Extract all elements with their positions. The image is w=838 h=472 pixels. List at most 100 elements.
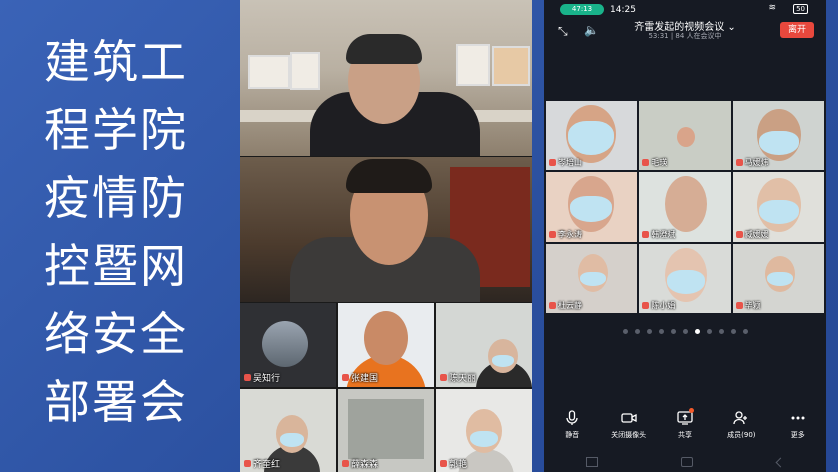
page-dot[interactable] xyxy=(658,329,664,334)
participant-tile[interactable]: 杜云静 xyxy=(546,243,638,313)
person-head xyxy=(665,176,708,233)
participant-tile[interactable]: 薛森森 xyxy=(338,389,434,472)
wall-photo xyxy=(248,55,290,89)
more-icon xyxy=(791,416,805,420)
person-head xyxy=(677,127,696,147)
share-button[interactable]: 共享 xyxy=(660,408,710,450)
page-dot[interactable] xyxy=(622,329,628,334)
muted-icon xyxy=(642,302,650,309)
page-dot[interactable] xyxy=(718,329,724,334)
wall-photo xyxy=(456,44,490,86)
call-timer-pill: 47:13 xyxy=(560,4,604,15)
participant-tile[interactable]: 毛瑛 xyxy=(639,101,731,171)
title-line: 建筑工 xyxy=(44,35,188,89)
title-line: 部署会 xyxy=(44,375,188,429)
muted-icon xyxy=(642,230,650,238)
leave-button[interactable]: 离开 xyxy=(780,22,814,38)
mask xyxy=(758,131,799,155)
participant-tile[interactable]: 臧媛媛 xyxy=(732,172,824,242)
wifi-icon: ≋ xyxy=(768,3,776,13)
muted-icon xyxy=(342,460,349,467)
participant-tile[interactable]: 齐奎红 xyxy=(240,389,336,472)
participant-tile[interactable]: 毕颖 xyxy=(732,243,824,313)
clock: 14:25 xyxy=(610,5,636,15)
muted-icon xyxy=(549,230,556,238)
page-dot[interactable] xyxy=(742,329,748,334)
person-head xyxy=(364,311,408,365)
participant-tile[interactable]: 岑培山 xyxy=(546,101,638,171)
participant-name-tag: 臧媛媛 xyxy=(735,229,769,240)
system-nav-bar xyxy=(544,452,826,472)
slide-title: 建筑工 程学院 疫情防 控暨网 络安全 部署会 xyxy=(44,28,214,436)
microphone-icon xyxy=(566,410,578,425)
participant-tile[interactable]: 马媛炜 xyxy=(732,101,824,171)
participant-name-tag: 陈天丽 xyxy=(440,371,476,384)
muted-icon xyxy=(549,302,556,309)
share-label: 共享 xyxy=(677,431,692,439)
notification-dot xyxy=(688,408,694,413)
participant-row: 齐奎红 薛森森 郭艳 xyxy=(240,389,532,472)
participant-name-tag: 岑培山 xyxy=(549,157,582,168)
mask xyxy=(667,269,706,294)
avatar xyxy=(262,321,308,367)
page-indicator[interactable] xyxy=(544,329,826,334)
participant-name-tag: 李永涛 xyxy=(549,229,582,240)
participant-grid: 岑培山 毛瑛 马媛炜 李永涛 韩澄斌 臧媛媛 杜云静 陈小娟 毕颖 xyxy=(546,101,824,313)
home-nav-icon[interactable] xyxy=(681,457,694,467)
members-icon xyxy=(733,411,748,425)
video-conference-panel: 吴知行 张建国 陈天丽 齐奎红 薛森森 郭艳 xyxy=(240,0,532,472)
page-dot[interactable] xyxy=(682,329,688,334)
mask xyxy=(766,271,793,286)
page-dot[interactable] xyxy=(730,329,736,334)
menu-nav-icon[interactable] xyxy=(585,457,598,467)
participant-tile[interactable]: 吴知行 xyxy=(240,303,336,387)
members-button[interactable]: 成员(90) xyxy=(716,410,766,450)
muted-icon xyxy=(642,159,650,167)
back-nav-icon[interactable] xyxy=(775,457,786,467)
mask xyxy=(568,121,614,155)
muted-icon xyxy=(440,374,447,381)
muted-icon xyxy=(549,159,556,167)
title-line: 程学院 xyxy=(44,103,188,157)
wall-photo xyxy=(492,46,530,86)
participant-tile[interactable]: 韩澄斌 xyxy=(639,172,731,242)
participant-tile[interactable]: 郭艳 xyxy=(436,389,532,472)
main-video-2[interactable] xyxy=(240,157,532,302)
participant-name-tag: 薛森森 xyxy=(342,457,378,470)
participant-tile[interactable]: 陈小娟 xyxy=(639,243,731,313)
participant-tile[interactable]: 李永涛 xyxy=(546,172,638,242)
wall-photo xyxy=(290,52,320,90)
members-label: 成员(90) xyxy=(727,431,756,439)
participant-tile[interactable]: 陈天丽 xyxy=(436,303,532,387)
camera-button[interactable]: 关闭摄像头 xyxy=(604,410,654,450)
mute-label: 静音 xyxy=(565,431,580,439)
muted-icon xyxy=(440,460,447,467)
meeting-toolbar: 静音 关闭摄像头 共享 成员(90) 更多 xyxy=(544,408,826,450)
page-dot[interactable] xyxy=(634,329,640,334)
mask xyxy=(492,355,514,367)
hair xyxy=(346,159,432,193)
mask xyxy=(280,433,304,447)
muted-icon xyxy=(735,159,743,167)
title-line: 疫情防 xyxy=(44,171,188,225)
title-line: 控暨网 xyxy=(44,239,188,293)
more-button[interactable]: 更多 xyxy=(773,410,823,450)
participant-name-tag: 马媛炜 xyxy=(735,157,769,168)
main-video-1[interactable] xyxy=(240,0,532,156)
page-dot[interactable] xyxy=(646,329,652,334)
mask xyxy=(758,200,799,225)
background xyxy=(348,399,424,459)
mute-button[interactable]: 静音 xyxy=(547,410,597,450)
participant-row: 吴知行 张建国 陈天丽 xyxy=(240,303,532,387)
page-dot[interactable] xyxy=(706,329,712,334)
participant-name-tag: 齐奎红 xyxy=(244,457,280,470)
participant-name-tag: 杜云静 xyxy=(549,300,582,311)
participant-tile[interactable]: 张建国 xyxy=(338,303,434,387)
muted-icon xyxy=(244,374,251,381)
participant-name-tag: 毛瑛 xyxy=(642,157,667,168)
page-dot[interactable] xyxy=(670,329,676,334)
participant-name-tag: 郭艳 xyxy=(440,457,467,470)
page-dot[interactable] xyxy=(694,329,700,334)
participant-name-tag: 吴知行 xyxy=(244,371,280,384)
battery: 50 xyxy=(793,4,808,14)
